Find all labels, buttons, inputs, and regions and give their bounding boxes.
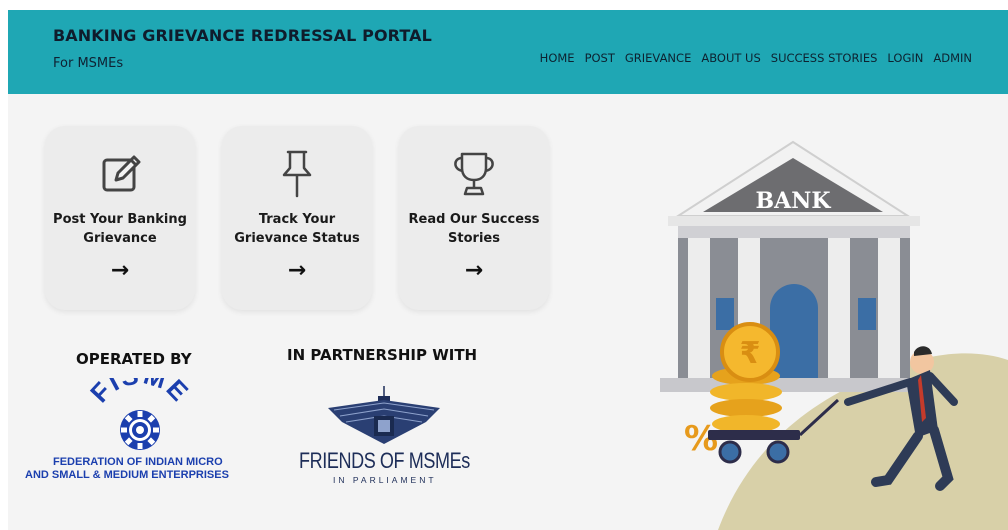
trophy-icon xyxy=(399,148,549,200)
nav-about-us[interactable]: ABOUT US xyxy=(701,51,760,65)
nav-grievance[interactable]: GRIEVANCE xyxy=(625,51,691,65)
arrow-right-icon: → xyxy=(464,258,484,283)
edit-icon xyxy=(45,148,195,200)
arrow-right-icon: → xyxy=(110,258,130,283)
nav-post[interactable]: POST xyxy=(585,51,615,65)
bank-sign-text: BANK xyxy=(756,188,832,214)
nav-success-stories[interactable]: SUCCESS STORIES xyxy=(771,51,878,65)
page: BANKING GRIEVANCE REDRESSAL PORTAL For M… xyxy=(8,10,1008,530)
friends-of-msmes-logo[interactable]: FRIENDS OF MSMEs xyxy=(299,448,470,474)
main-nav: HOME POST GRIEVANCE ABOUT US SUCCESS STO… xyxy=(540,51,972,65)
header: BANKING GRIEVANCE REDRESSAL PORTAL For M… xyxy=(8,10,1008,94)
in-parliament-text: IN PARLIAMENT xyxy=(333,475,437,485)
nav-login[interactable]: LOGIN xyxy=(887,51,923,65)
success-stories-label: Read Our Success Stories xyxy=(408,212,540,246)
arrow-right-icon: → xyxy=(287,258,307,283)
rupee-symbol: ₹ xyxy=(740,336,761,371)
fisme-name-line1: FEDERATION OF INDIAN MICRO xyxy=(53,456,223,468)
success-stories-card[interactable]: Read Our Success Stories → xyxy=(399,126,549,310)
site-title[interactable]: BANKING GRIEVANCE REDRESSAL PORTAL xyxy=(53,26,432,45)
nav-home[interactable]: HOME xyxy=(540,51,575,65)
site-subtitle: For MSMEs xyxy=(53,56,124,71)
partnership-heading: IN PARTNERSHIP WITH xyxy=(287,346,478,364)
bank-illustration: BANK ₹ % xyxy=(638,130,1008,530)
pushpin-icon xyxy=(222,148,372,200)
post-grievance-card[interactable]: Post Your Banking Grievance → xyxy=(45,126,195,310)
operated-by-heading: OPERATED BY xyxy=(76,350,192,368)
parliament-building-icon xyxy=(326,386,442,446)
fisme-name-line2: AND SMALL & MEDIUM ENTERPRISES xyxy=(25,469,229,481)
post-grievance-label: Post Your Banking Grievance xyxy=(53,212,187,246)
fisme-logo-text: FISME xyxy=(88,378,192,408)
nav-admin[interactable]: ADMIN xyxy=(933,51,972,65)
bank-building-icon: BANK xyxy=(660,140,930,392)
track-grievance-card[interactable]: Track Your Grievance Status → xyxy=(222,126,372,310)
track-grievance-label: Track Your Grievance Status xyxy=(234,212,360,246)
fisme-logo[interactable]: FISME xyxy=(84,359,194,456)
